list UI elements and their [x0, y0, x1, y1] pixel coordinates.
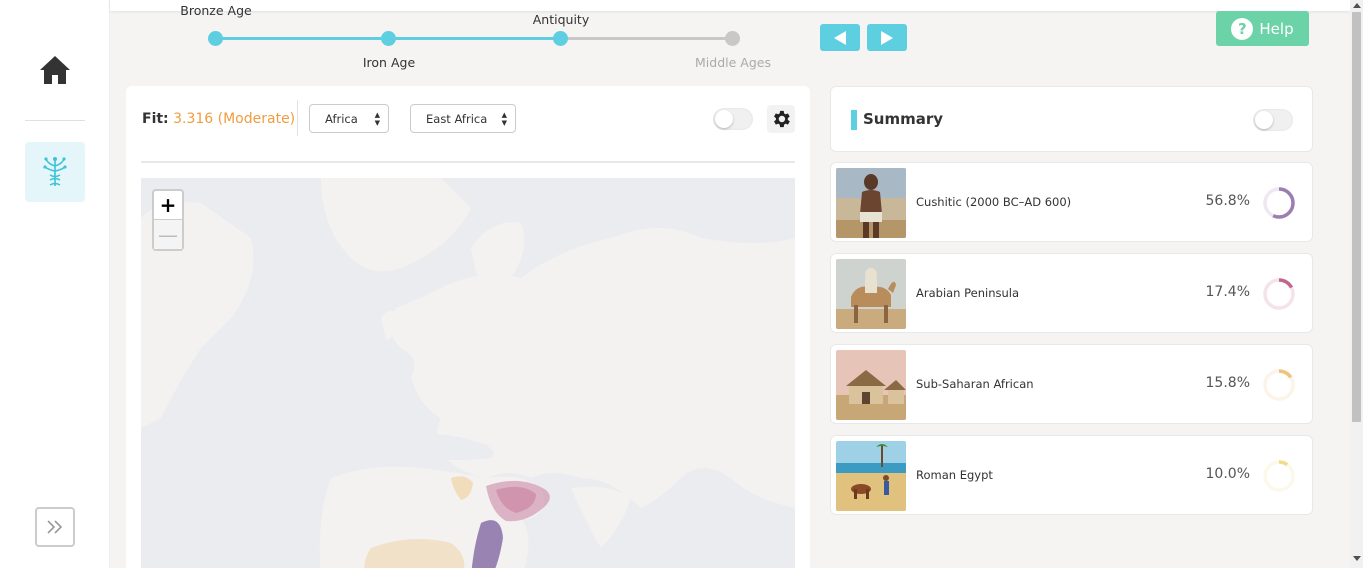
expand-sidebar-button[interactable] — [35, 507, 75, 547]
fit-score: Fit: 3.316 (Moderate) — [142, 111, 295, 127]
left-sidebar — [0, 0, 110, 568]
double-chevron-right-icon — [47, 520, 63, 534]
era-dot-middle-ages[interactable] — [725, 31, 740, 46]
zoom-in-button[interactable]: + — [154, 191, 182, 220]
gear-icon — [774, 110, 790, 128]
toolbar-separator — [141, 161, 795, 163]
cushitic-thumbnail — [836, 168, 906, 238]
era-dot-iron-age[interactable] — [381, 31, 396, 46]
ancestry-percent: 17.4% — [1205, 284, 1250, 300]
select-arrows-icon: ▲ ▼ — [501, 111, 507, 127]
help-label: Help — [1259, 19, 1294, 38]
map-panel: Fit: 3.316 (Moderate) Africa ▲ ▼ East Afr… — [126, 86, 810, 568]
next-era-button[interactable] — [867, 24, 907, 51]
sidebar-divider — [25, 120, 85, 121]
ancestry-percent: 56.8% — [1205, 193, 1250, 209]
zoom-out-button[interactable]: — — [154, 220, 182, 249]
ancestry-card-arabian-peninsula[interactable]: Arabian Peninsula 17.4% — [830, 253, 1313, 333]
roman-egypt-thumbnail — [836, 441, 906, 511]
ancestry-nav-button[interactable] — [25, 142, 85, 202]
era-label-iron-age[interactable]: Iron Age — [363, 55, 415, 70]
summary-header: Summary — [830, 86, 1313, 152]
dna-tree-icon — [43, 157, 67, 186]
arabian-peninsula-thumbnail — [836, 259, 906, 329]
ancestry-ring-chart — [1263, 369, 1295, 401]
ancestry-name: Sub-Saharan African — [916, 377, 1034, 391]
era-dot-antiquity[interactable] — [553, 31, 568, 46]
ancestry-ring-chart — [1263, 460, 1295, 492]
fit-value: 3.316 (Moderate) — [173, 111, 296, 127]
ancestry-card-sub-saharan-african[interactable]: Sub-Saharan African 15.8% — [830, 344, 1313, 424]
map-toggle[interactable] — [713, 108, 753, 130]
ancestry-name: Cushitic (2000 BC–AD 600) — [916, 195, 1072, 209]
era-label-antiquity[interactable]: Antiquity — [533, 12, 589, 27]
fit-label: Fit: — [142, 111, 169, 127]
ancestry-ring-chart — [1263, 187, 1295, 219]
settings-button[interactable] — [767, 105, 795, 133]
page-scrollbar[interactable] — [1350, 0, 1363, 568]
subregion-select-value: East Africa — [426, 111, 488, 126]
map-tiles — [141, 178, 795, 568]
region-select-value: Africa — [325, 111, 358, 126]
scroll-up-arrow-icon[interactable] — [1353, 3, 1361, 8]
scroll-thumb[interactable] — [1352, 12, 1361, 422]
ancestry-name: Arabian Peninsula — [916, 286, 1020, 300]
toolbar-divider — [297, 100, 298, 136]
ancestry-ring-chart — [1263, 278, 1295, 310]
triangle-left-icon — [834, 30, 846, 45]
ancestry-name: Roman Egypt — [916, 468, 993, 482]
era-label-middle-ages[interactable]: Middle Ages — [695, 55, 771, 70]
ancestry-card-roman-egypt[interactable]: Roman Egypt 10.0% — [830, 435, 1313, 515]
help-button[interactable]: ? Help — [1216, 11, 1309, 46]
zoom-controls: + — — [152, 189, 184, 251]
ring-track — [1263, 460, 1295, 492]
region-select[interactable]: Africa ▲ ▼ — [309, 104, 389, 133]
home-icon — [40, 56, 70, 84]
world-map[interactable]: + — — [141, 178, 795, 568]
subregion-select[interactable]: East Africa ▲ ▼ — [410, 104, 516, 133]
sub-saharan-african-thumbnail — [836, 350, 906, 420]
ancestry-percent: 15.8% — [1205, 375, 1250, 391]
era-dot-bronze-age[interactable] — [208, 31, 223, 46]
triangle-right-icon — [881, 30, 893, 45]
era-label-bronze-age[interactable]: Bronze Age — [180, 3, 251, 18]
select-arrows-icon: ▲ ▼ — [374, 111, 380, 127]
scroll-down-arrow-icon[interactable] — [1353, 556, 1361, 561]
summary-toggle[interactable] — [1253, 109, 1293, 131]
question-circle-icon: ? — [1231, 17, 1254, 40]
prev-era-button[interactable] — [820, 24, 860, 51]
ancestry-percent: 10.0% — [1205, 466, 1250, 482]
ancestry-card-cushitic[interactable]: Cushitic (2000 BC–AD 600) 56.8% — [830, 162, 1313, 242]
timeline-inactive-track — [561, 37, 733, 40]
summary-accent-bar — [851, 110, 857, 130]
summary-title: Summary — [863, 110, 944, 128]
home-button[interactable] — [37, 52, 73, 88]
era-timeline: Bronze Age Iron Age Antiquity Middle Age… — [140, 0, 820, 80]
